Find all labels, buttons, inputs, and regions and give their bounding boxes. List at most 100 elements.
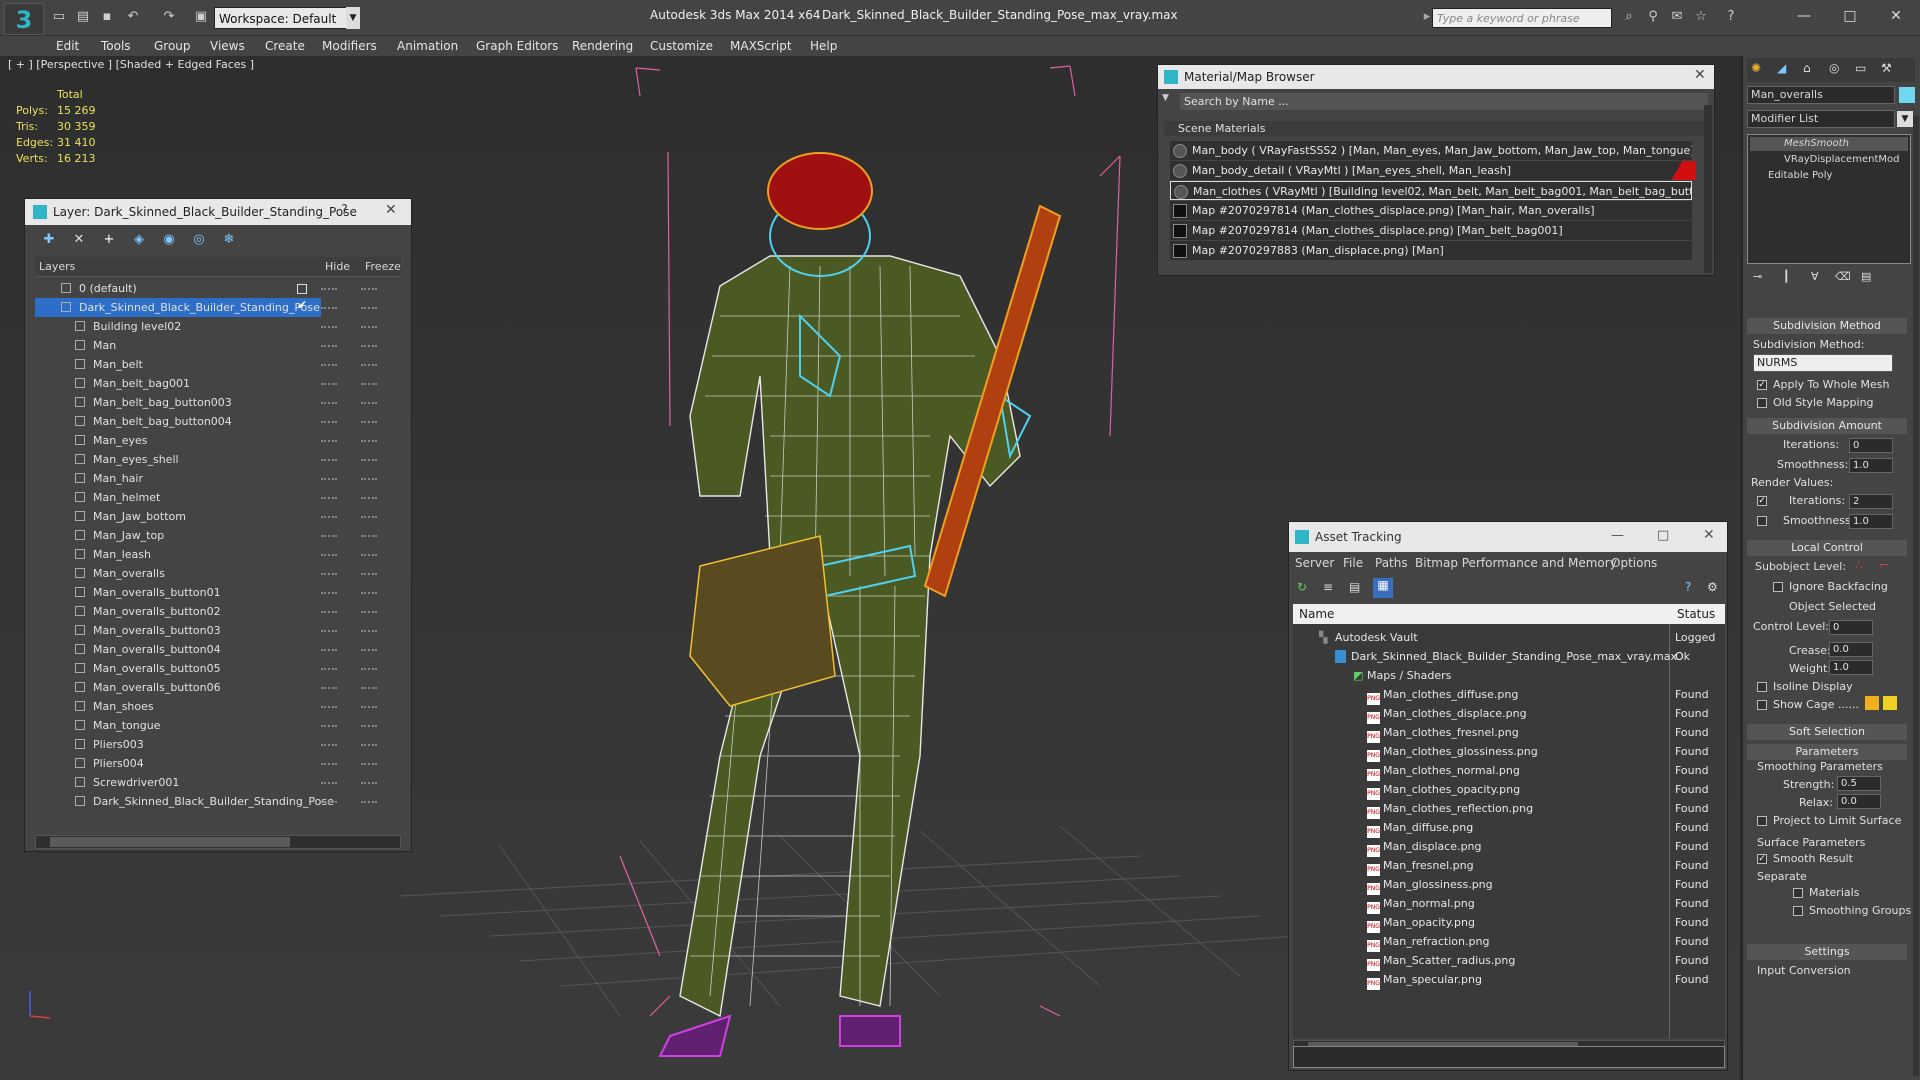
modify-tab-icon[interactable]: ◢ — [1777, 61, 1786, 75]
layer-item[interactable]: Man_eyes — [35, 431, 321, 450]
detail-view-icon[interactable]: ▤ — [1349, 580, 1365, 596]
save-icon[interactable]: ▪ — [98, 8, 116, 26]
hide-toggle[interactable] — [321, 687, 337, 689]
hide-toggle[interactable] — [321, 288, 337, 290]
freeze-toggle[interactable] — [361, 687, 377, 689]
close-icon[interactable]: ✕ — [1703, 527, 1715, 543]
freeze-toggle[interactable] — [361, 497, 377, 499]
select-objects-icon[interactable]: ◈ — [129, 230, 149, 250]
hide-toggle[interactable] — [321, 364, 337, 366]
new-file-icon[interactable]: ▭ — [50, 8, 68, 26]
freeze-toggle[interactable] — [361, 402, 377, 404]
asset-file-row[interactable]: PNG Man_clothes_glossiness.png Found — [1293, 742, 1725, 762]
layer-item[interactable]: Man_overalls_button04 — [35, 640, 321, 659]
utilities-tab-icon[interactable]: ⚒ — [1881, 61, 1892, 75]
delete-layer-icon[interactable]: ✕ — [69, 230, 89, 250]
layer-item[interactable]: Man_hair — [35, 469, 321, 488]
freeze-toggle[interactable] — [361, 421, 377, 423]
cage-color-swatch-2[interactable] — [1883, 696, 1897, 710]
freeze-toggle[interactable] — [361, 630, 377, 632]
stack-item-meshsmooth[interactable]: MeshSmooth — [1750, 137, 1908, 151]
freeze-toggle[interactable] — [361, 668, 377, 670]
binoculars-icon[interactable]: ⌕ — [1620, 8, 1638, 26]
freeze-toggle[interactable] — [361, 725, 377, 727]
asset-file-row[interactable]: PNG Man_glossiness.png Found — [1293, 875, 1725, 895]
project-folder-icon[interactable]: ▣ — [192, 8, 210, 26]
material-item[interactable]: Map #2070297814 (Man_clothes_displace.pn… — [1170, 221, 1692, 240]
hide-toggle[interactable] — [321, 801, 337, 803]
asset-menu-bitmap[interactable]: Bitmap Performance and Memory — [1415, 556, 1617, 570]
freeze-toggle[interactable] — [361, 649, 377, 651]
current-layer-checkbox[interactable] — [297, 284, 307, 294]
redo-icon[interactable]: ↷ — [160, 8, 178, 26]
freeze-toggle[interactable] — [361, 782, 377, 784]
layer-row-active[interactable]: Dark_Skinned_Black_Builder_Standing_Pose — [35, 298, 321, 317]
highlight-layer-icon[interactable]: ◉ — [159, 230, 179, 250]
asset-row-maxfile[interactable]: Dark_Skinned_Black_Builder_Standing_Pose… — [1293, 647, 1725, 666]
settings-icon[interactable]: ⚙ — [1707, 580, 1718, 594]
hide-toggle[interactable] — [321, 440, 337, 442]
open-file-icon[interactable]: ▤ — [74, 8, 92, 26]
freeze-toggle[interactable] — [361, 744, 377, 746]
object-color-swatch[interactable] — [1899, 87, 1915, 103]
render-smoothness-spinner[interactable]: 1.0 — [1849, 514, 1893, 529]
hide-all-icon[interactable]: ◎ — [189, 230, 209, 250]
layer-item[interactable]: Man_belt — [35, 355, 321, 374]
asset-row-maps-group[interactable]: ◩ Maps / Shaders — [1293, 666, 1725, 685]
layer-item[interactable]: Man_eyes_shell — [35, 450, 321, 469]
scene-materials-group[interactable]: Scene Materials — [1164, 121, 1704, 136]
layer-item[interactable]: Man_overalls_button06 — [35, 678, 321, 697]
freeze-toggle[interactable] — [361, 592, 377, 594]
iterations-spinner[interactable]: 0 — [1849, 438, 1893, 453]
help-icon[interactable]: ? — [1722, 8, 1740, 26]
layer-item[interactable]: Pliers004 — [35, 754, 321, 773]
asset-menu-file[interactable]: File — [1343, 556, 1363, 570]
hide-toggle[interactable] — [321, 478, 337, 480]
menu-tools[interactable]: Tools — [101, 39, 131, 53]
layer-item[interactable]: Man_overalls_button05 — [35, 659, 321, 678]
material-search-input[interactable]: Search by Name ... — [1180, 93, 1708, 110]
layer-item[interactable]: Screwdriver001 — [35, 773, 321, 792]
asset-file-row[interactable]: PNG Man_clothes_opacity.png Found — [1293, 780, 1725, 800]
hide-toggle[interactable] — [321, 345, 337, 347]
rollout-subdivision-method[interactable]: Subdivision Method — [1747, 318, 1907, 334]
app-logo-button[interactable]: 3 — [4, 3, 44, 35]
maximize-icon[interactable]: □ — [1657, 528, 1669, 543]
communication-icon[interactable]: ✉ — [1668, 8, 1686, 26]
menu-views[interactable]: Views — [210, 39, 245, 53]
asset-file-row[interactable]: PNG Man_Scatter_radius.png Found — [1293, 951, 1725, 971]
asset-row-vault[interactable]: ▚ Autodesk Vault Logged O — [1293, 628, 1725, 663]
rollout-soft-selection[interactable]: Soft Selection — [1747, 724, 1907, 740]
apply-whole-mesh-checkbox[interactable]: ✓ — [1757, 380, 1767, 390]
freeze-toggle[interactable] — [361, 478, 377, 480]
separate-smoothing-groups-checkbox[interactable] — [1793, 906, 1803, 916]
hide-toggle[interactable] — [321, 668, 337, 670]
hide-toggle[interactable] — [321, 782, 337, 784]
asset-file-row[interactable]: PNG Man_clothes_fresnel.png Found — [1293, 723, 1725, 743]
freeze-toggle[interactable] — [361, 535, 377, 537]
layer-item[interactable]: Man_Jaw_top — [35, 526, 321, 545]
stack-item-editable-poly[interactable]: Editable Poly — [1750, 169, 1908, 183]
layer-item[interactable]: Dark_Skinned_Black_Builder_Standing_Pose — [35, 792, 334, 811]
freeze-toggle[interactable] — [361, 573, 377, 575]
show-cage-checkbox[interactable] — [1757, 700, 1767, 710]
menu-graph-editors[interactable]: Graph Editors — [476, 39, 558, 53]
hide-toggle[interactable] — [321, 573, 337, 575]
vertex-subobject-icon[interactable]: ∴ — [1855, 558, 1863, 572]
motion-tab-icon[interactable]: ◎ — [1829, 61, 1839, 75]
freeze-toggle[interactable] — [361, 459, 377, 461]
freeze-all-icon[interactable]: ❄ — [219, 230, 239, 250]
asset-menu-options[interactable]: Options — [1611, 556, 1657, 570]
options-menu-icon[interactable]: ▼ — [1162, 93, 1176, 109]
close-icon[interactable]: ✕ — [1882, 4, 1910, 28]
layer-item[interactable]: Man_leash — [35, 545, 321, 564]
asset-file-row[interactable]: PNG Man_clothes_reflection.png Found — [1293, 799, 1725, 819]
minimize-icon[interactable]: — — [1790, 4, 1818, 28]
layer-item[interactable]: Man — [35, 336, 321, 355]
isoline-display-checkbox[interactable] — [1757, 682, 1767, 692]
asset-menu-server[interactable]: Server — [1295, 556, 1334, 570]
project-limit-checkbox[interactable] — [1757, 816, 1767, 826]
hide-toggle[interactable] — [321, 744, 337, 746]
freeze-toggle[interactable] — [361, 364, 377, 366]
command-panel-scrollbar[interactable] — [1913, 116, 1919, 1076]
